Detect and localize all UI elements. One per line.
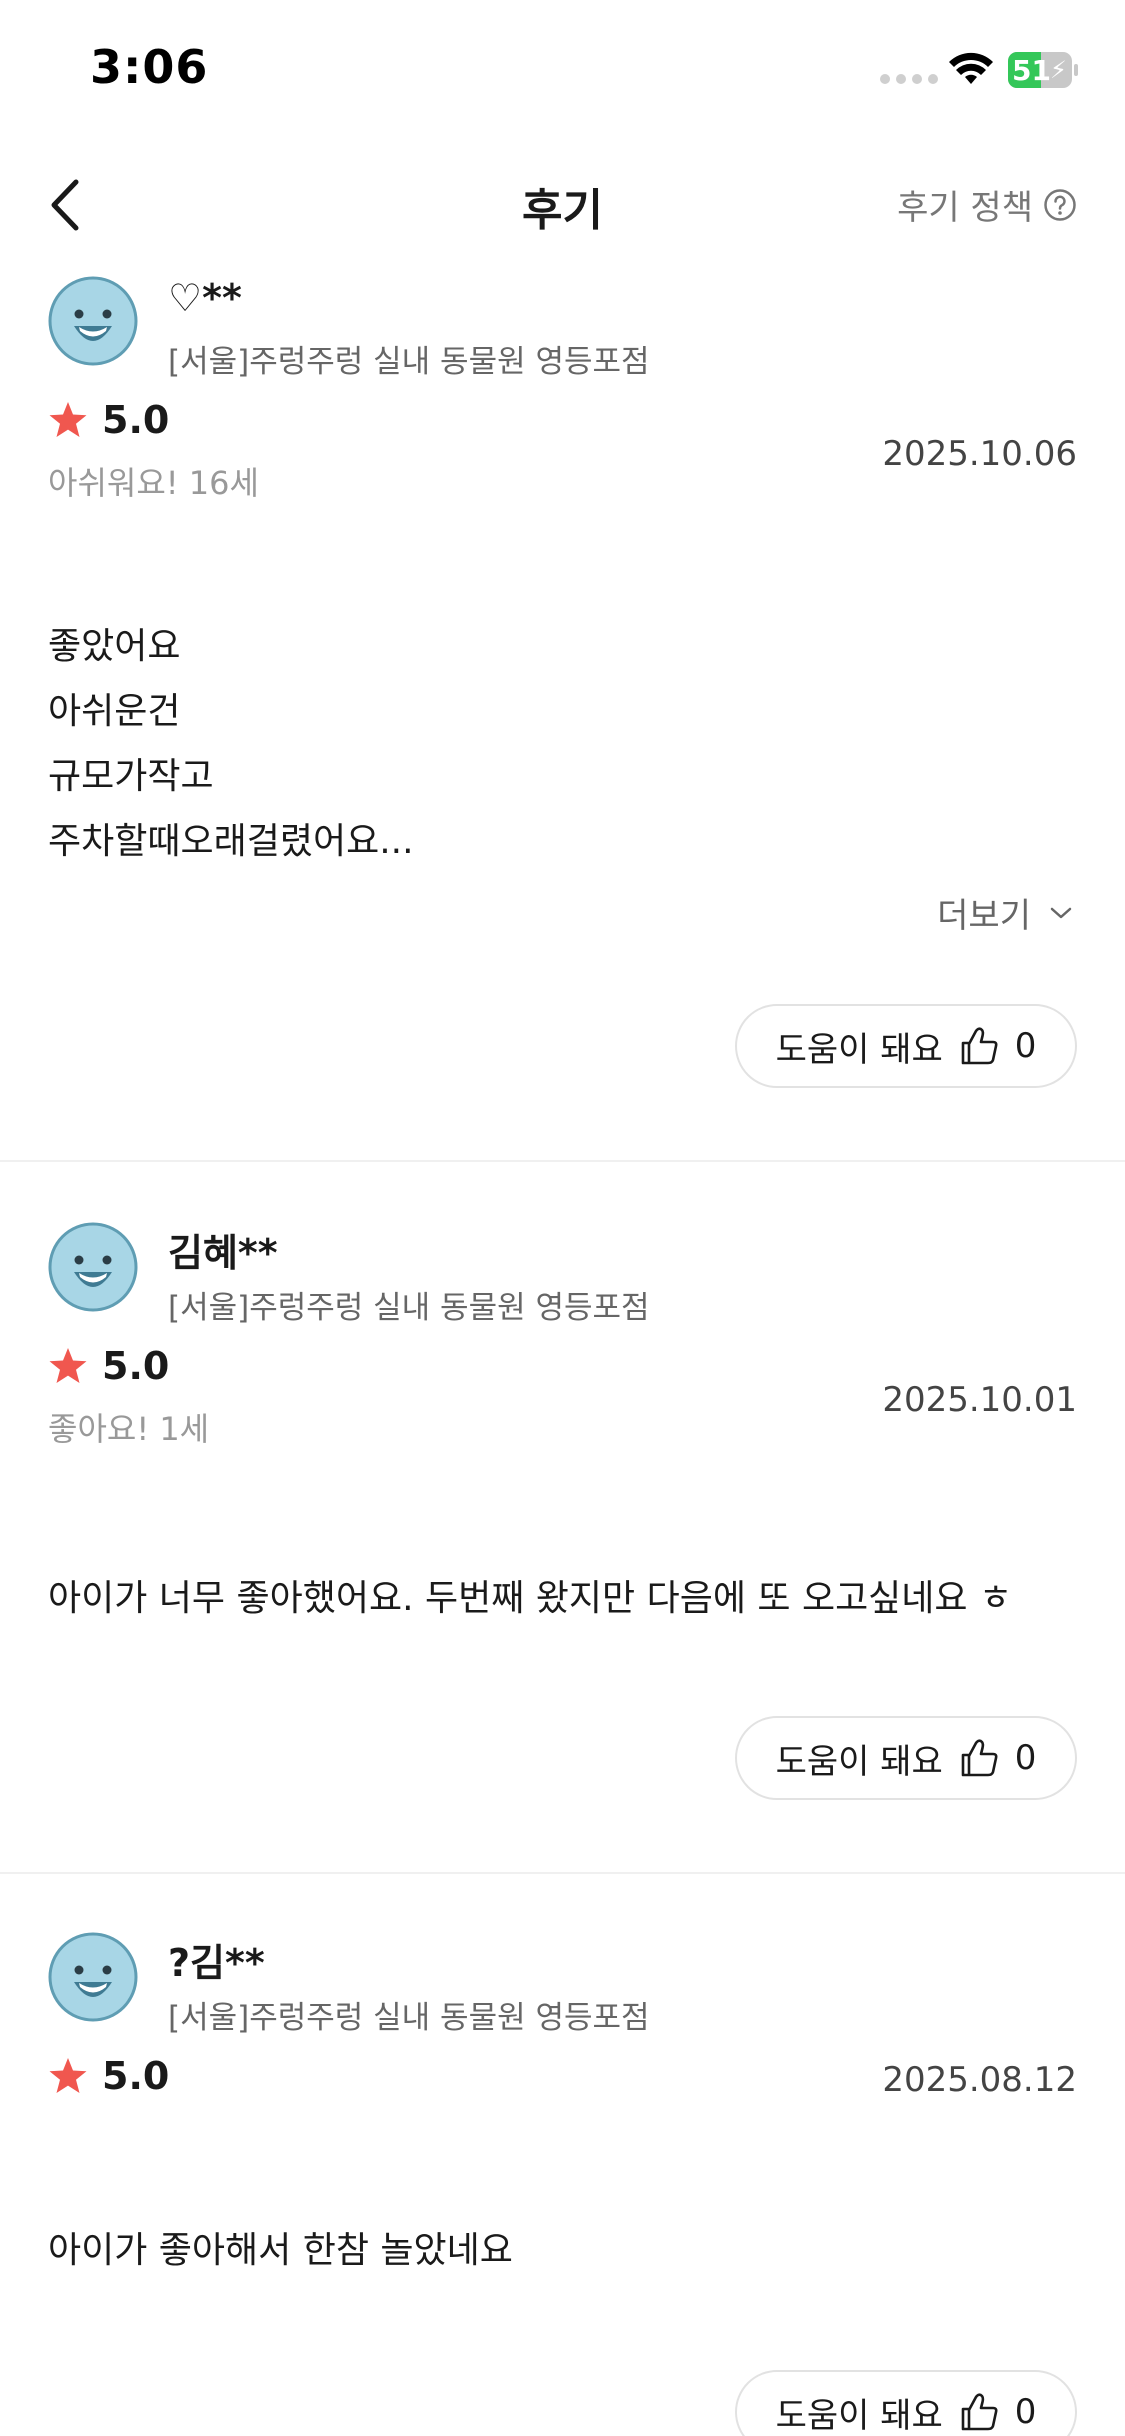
smiling-face-avatar-icon: [48, 1222, 138, 1312]
more-label: 더보기: [937, 896, 1031, 936]
wifi-icon: [949, 52, 993, 84]
review-date: 2025.10.06: [882, 434, 1077, 474]
helpful-button[interactable]: 도움이 돼요 0: [735, 1004, 1077, 1088]
rating-value: 5.0: [102, 1344, 170, 1388]
review-body: 아이가 너무 좋아했어요. 두번째 왔지만 다음에 또 오고싶네요 ㅎ: [48, 1566, 1012, 1631]
helpful-count: 0: [1014, 1026, 1037, 1066]
review-policy-label: 후기 정책: [897, 188, 1033, 228]
age-tag: 아쉬워요! 16세: [48, 464, 259, 502]
star-icon: [49, 1348, 87, 1383]
thumbs-up-icon: [961, 2393, 998, 2431]
star-icon: [49, 402, 87, 437]
helpful-count: 0: [1014, 1738, 1037, 1778]
thumbs-up-icon: [961, 1027, 998, 1065]
review-body: 아이가 좋아해서 한참 놀았네요: [48, 2218, 513, 2283]
store-name: [서울]주렁주렁 실내 동물원 영등포점: [168, 2000, 650, 2036]
review-body-line: 주차할때오래걸렸어요...: [48, 821, 414, 862]
helpful-button[interactable]: 도움이 돼요 0: [735, 2370, 1077, 2436]
rating-value: 5.0: [102, 398, 170, 442]
helpful-count: 0: [1014, 2392, 1037, 2432]
helpful-label: 도움이 돼요: [775, 1029, 943, 1070]
review-body-line: 아이가 좋아해서 한참 놀았네요: [48, 2230, 513, 2271]
reviewer-name: ?김**: [168, 1941, 265, 1985]
rating: 5.0: [48, 2054, 169, 2098]
review-date: 2025.10.01: [882, 1380, 1077, 1420]
rating: 5.0: [48, 1344, 169, 1388]
chevron-down-icon: [1050, 907, 1072, 918]
more-button[interactable]: 더보기: [937, 888, 1073, 937]
rating-value: 5.0: [102, 2054, 170, 2098]
thumbs-up-icon: [961, 1739, 998, 1777]
age-tag: 좋아요! 1세: [48, 1410, 210, 1448]
review-date: 2025.08.12: [882, 2060, 1077, 2100]
store-name: [서울]주렁주렁 실내 동물원 영등포점: [168, 344, 650, 380]
nav-bar: 후기 후기 정책: [0, 150, 1125, 260]
helpful-label: 도움이 돼요: [775, 2395, 943, 2436]
review-body-line: 규모가작고: [48, 756, 214, 797]
battery-icon: 51 ⚡: [1008, 52, 1078, 88]
question-circle-icon: [1044, 188, 1076, 221]
review-body-line: 좋았어요: [48, 626, 181, 667]
reviews-screen: 3:06 51 ⚡ 후기 후기 정책 ♡** [서울]주렁주렁 실내 동물원 영…: [0, 0, 1125, 2436]
divider: [0, 1160, 1125, 1162]
reviewer-name: ♡**: [168, 276, 242, 320]
battery-level: 51: [1012, 54, 1051, 87]
reviewer-name: 김혜**: [168, 1231, 278, 1275]
status-bar: 3:06 51 ⚡: [0, 0, 1125, 140]
review-body-line: 아쉬운건: [48, 691, 181, 732]
review-body-line: 아이가 너무 좋아했어요. 두번째 왔지만 다음에 또 오고싶네요 ㅎ: [48, 1578, 1013, 1619]
smiling-face-avatar-icon: [48, 1932, 138, 2022]
star-icon: [49, 2058, 87, 2093]
smiling-face-avatar-icon: [48, 276, 138, 366]
store-name: [서울]주렁주렁 실내 동물원 영등포점: [168, 1290, 650, 1326]
review-body: 좋았어요 아쉬운건 규모가작고 주차할때오래걸렸어요...: [48, 614, 414, 874]
helpful-label: 도움이 돼요: [775, 1741, 943, 1782]
divider: [0, 1872, 1125, 1874]
helpful-button[interactable]: 도움이 돼요 0: [735, 1716, 1077, 1800]
status-time: 3:06: [90, 40, 209, 94]
cellular-signal-icon: [880, 74, 938, 84]
review-policy-link[interactable]: 후기 정책: [897, 180, 1077, 229]
rating: 5.0: [48, 398, 169, 442]
